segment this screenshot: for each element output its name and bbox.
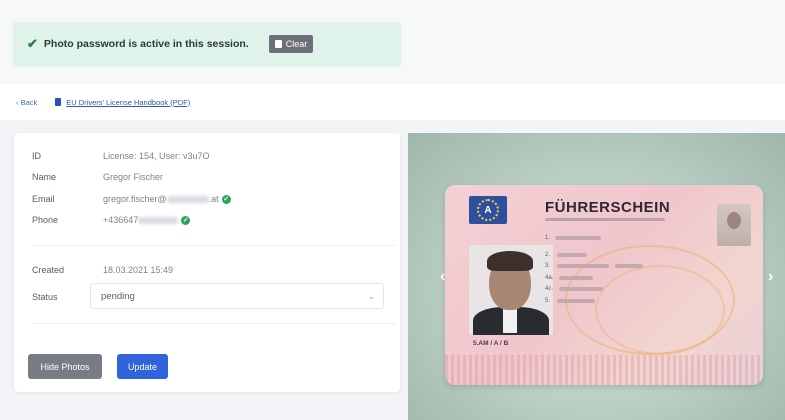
license-photo-viewer: ‹ › A FÜHRERSCHEIN 1. 2. 3. 4a. 4c. 5. 5… xyxy=(408,133,785,420)
country-code: A xyxy=(477,199,499,221)
phone-verified-icon: ✓ xyxy=(181,215,191,225)
status-value: pending xyxy=(101,290,135,302)
field-line xyxy=(615,264,643,268)
field-line xyxy=(557,264,609,268)
portrait-photo xyxy=(469,245,553,335)
alert-message: Photo password is active in this session… xyxy=(43,38,249,50)
field-line xyxy=(557,253,587,257)
email-verified-icon: ✓ xyxy=(221,194,231,204)
id-row: ID License: 154, User: v3u7O xyxy=(32,149,210,163)
field-line xyxy=(555,236,601,240)
id-label: ID xyxy=(32,151,41,161)
name-value: Gregor Fischer xyxy=(103,172,164,182)
card-title: FÜHRERSCHEIN xyxy=(545,199,671,216)
field-line xyxy=(557,299,595,303)
card-pattern xyxy=(595,265,725,355)
back-link[interactable]: ‹ Back xyxy=(16,98,37,107)
divider xyxy=(32,245,395,246)
category-label: 5.AM / A / B xyxy=(473,340,509,347)
portrait-hair xyxy=(487,251,533,271)
field-number: 5. xyxy=(545,298,551,304)
phone-row: Phone +436647 ✓ xyxy=(32,213,191,227)
card-microprint xyxy=(445,355,763,385)
created-value: 18.03.2021 15:49 xyxy=(103,265,174,275)
update-button[interactable]: Update xyxy=(117,354,168,379)
handbook-link-label: EU Drivers' License Handbook (PDF) xyxy=(66,97,191,107)
field-number: 2. xyxy=(545,252,551,258)
chevron-down-icon: ⌄ xyxy=(368,291,375,301)
divider xyxy=(32,323,395,324)
clear-button-label: Clear xyxy=(285,39,308,49)
photo-password-alert: ✔ Photo password is active in this sessi… xyxy=(13,22,401,66)
field-number: 3. xyxy=(545,263,551,269)
clear-button[interactable]: Clear xyxy=(268,35,314,53)
created-row: Created 18.03.2021 15:49 xyxy=(32,263,173,277)
status-select[interactable]: pending ⌄ xyxy=(90,283,384,309)
email-row: Email gregor.fischer@ .at ✓ xyxy=(32,192,231,206)
book-icon xyxy=(55,98,62,106)
field-number: 1. xyxy=(545,235,551,241)
phone-visible-part: +436647 xyxy=(103,215,139,225)
name-label: Name xyxy=(32,172,57,182)
hide-photos-button[interactable]: Hide Photos xyxy=(28,354,102,379)
ghost-portrait xyxy=(717,204,751,246)
email-visible-part: gregor.fischer@ xyxy=(103,194,167,204)
email-label: Email xyxy=(32,194,55,204)
check-icon: ✔ xyxy=(27,36,38,51)
field-number: 4a. xyxy=(545,275,554,281)
navbar: ‹ Back EU Drivers' License Handbook (PDF… xyxy=(0,84,785,120)
license-card-image: A FÜHRERSCHEIN 1. 2. 3. 4a. 4c. 5. 5.AM … xyxy=(445,185,763,385)
eu-flag-icon: A xyxy=(469,196,507,224)
email-value: gregor.fischer@ .at xyxy=(103,194,219,204)
id-value: License: 154, User: v3u7O xyxy=(103,151,210,161)
handbook-link[interactable]: EU Drivers' License Handbook (PDF) xyxy=(55,98,190,107)
phone-redacted xyxy=(138,217,179,225)
created-label: Created xyxy=(32,265,65,275)
email-redacted xyxy=(166,196,209,204)
name-row: Name Gregor Fischer xyxy=(32,170,163,184)
phone-value: +436647 xyxy=(103,215,179,225)
next-photo-icon[interactable]: › xyxy=(768,268,773,286)
field-line xyxy=(559,287,603,291)
phone-label: Phone xyxy=(32,215,59,225)
field-line xyxy=(559,276,593,280)
card-subtitle-line xyxy=(545,218,665,221)
email-domain-end: .at xyxy=(208,194,219,204)
field-number: 4c. xyxy=(545,286,554,292)
document-icon xyxy=(274,40,282,48)
